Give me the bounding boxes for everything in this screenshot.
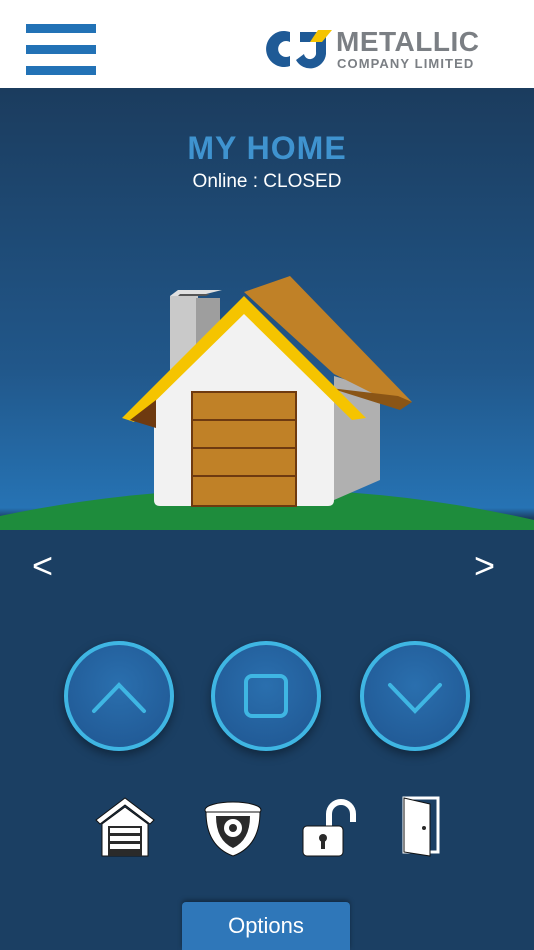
- close-door-button[interactable]: [360, 641, 470, 751]
- options-button[interactable]: Options: [182, 902, 350, 950]
- chevron-down-icon: [388, 683, 442, 714]
- hamburger-menu-icon[interactable]: [26, 24, 96, 76]
- chevron-up-icon: [92, 682, 146, 713]
- app-header: METALLIC COMPANY LIMITED: [0, 0, 534, 88]
- open-door-button[interactable]: [64, 641, 174, 751]
- stop-square-icon: [244, 674, 288, 718]
- security-camera-icon: [204, 801, 262, 857]
- device-status: Online : CLOSED: [192, 171, 342, 192]
- garage-tool-button[interactable]: [94, 796, 156, 860]
- prev-device-button[interactable]: <: [32, 546, 53, 586]
- garage-icon: [95, 797, 155, 857]
- camera-tool-button[interactable]: [202, 796, 264, 860]
- house-illustration: [0, 276, 534, 530]
- menu-bar-3: [26, 66, 96, 75]
- door-icon: [402, 796, 440, 857]
- menu-bar-1: [26, 24, 96, 33]
- cj-logo-icon: [266, 30, 332, 69]
- lock-tool-button[interactable]: [299, 796, 361, 860]
- stop-door-button[interactable]: [211, 641, 321, 751]
- logo-subtitle: COMPANY LIMITED: [337, 56, 475, 71]
- door-tool-button[interactable]: [398, 796, 460, 860]
- company-logo: METALLIC COMPANY LIMITED: [260, 26, 500, 74]
- logo-title: METALLIC: [336, 26, 480, 57]
- menu-bar-2: [26, 45, 96, 54]
- next-device-button[interactable]: >: [474, 546, 495, 586]
- unlock-icon: [302, 799, 356, 857]
- device-name: MY HOME: [187, 130, 347, 166]
